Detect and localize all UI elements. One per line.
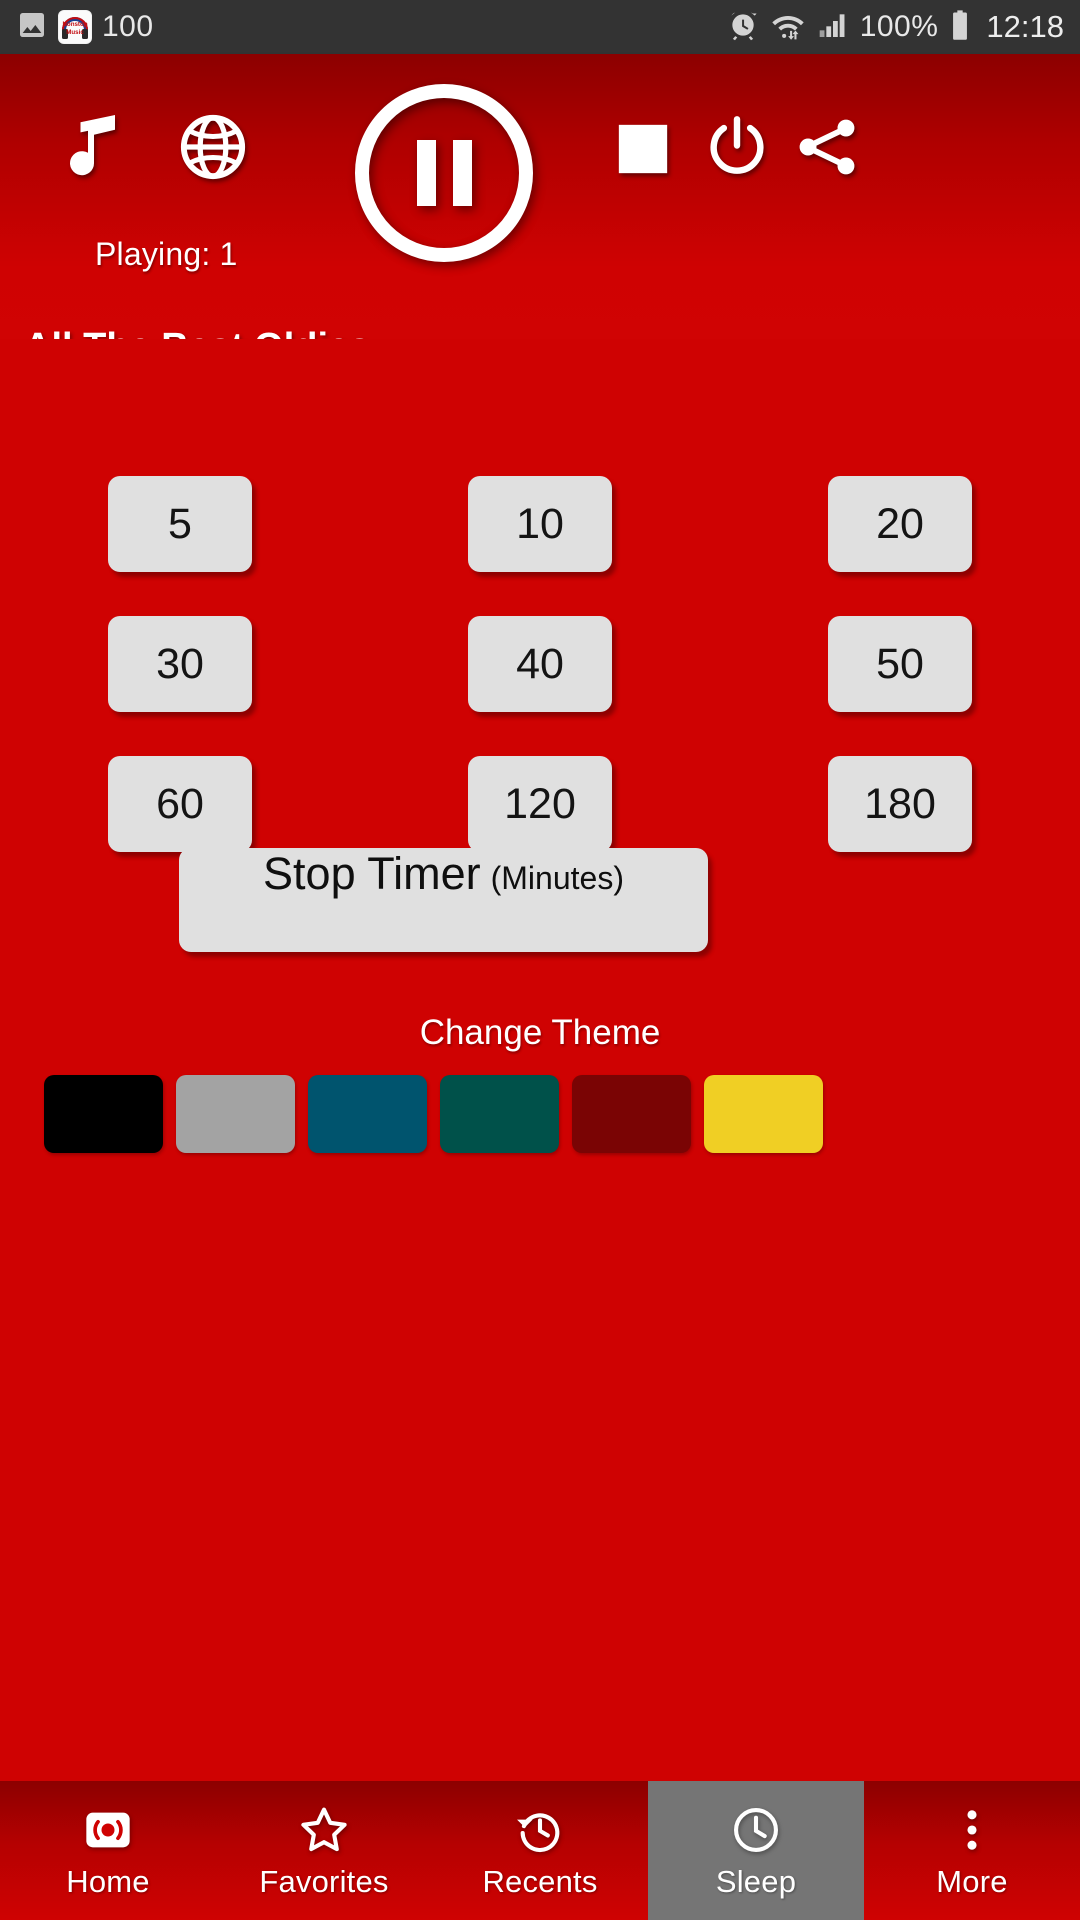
- theme-swatch-row: [44, 1075, 823, 1153]
- nav-item-home[interactable]: Home: [0, 1781, 216, 1920]
- player-controls-row: [0, 54, 1080, 262]
- timer-button-180[interactable]: 180: [828, 756, 972, 852]
- image-icon: [16, 9, 48, 46]
- svg-text:Nonstop: Nonstop: [62, 21, 87, 28]
- notification-count: 100: [102, 10, 154, 43]
- timer-button-50[interactable]: 50: [828, 616, 972, 712]
- battery-percent: 100%: [859, 10, 939, 43]
- theme-swatch-gray[interactable]: [176, 1075, 295, 1153]
- clock-icon: [730, 1802, 782, 1858]
- timer-button-30[interactable]: 30: [108, 616, 252, 712]
- nav-label-more: More: [936, 1863, 1008, 1899]
- timer-button-120[interactable]: 120: [468, 756, 612, 852]
- status-bar: Nonstop Music 100 100% 12:18: [0, 0, 1080, 54]
- broadcast-icon: [82, 1802, 134, 1858]
- nav-label-home: Home: [66, 1863, 150, 1899]
- stop-timer-unit: (Minutes): [490, 860, 624, 896]
- timer-button-40[interactable]: 40: [468, 616, 612, 712]
- player-header: Playing: 1 All The Best Oldies: [0, 54, 1080, 368]
- alarm-icon: [727, 9, 759, 46]
- history-icon: [514, 1802, 566, 1858]
- nav-item-recents[interactable]: Recents: [432, 1781, 648, 1920]
- globe-icon[interactable]: [178, 112, 248, 182]
- status-bar-right: 100% 12:18: [727, 9, 1064, 46]
- sleep-timer-panel: 5 10 20 30 40 50 60 120 180 Stop Timer (…: [0, 339, 1080, 1601]
- nav-label-sleep: Sleep: [715, 1863, 797, 1899]
- theme-swatch-maroon[interactable]: [572, 1075, 691, 1153]
- svg-text:Music: Music: [66, 29, 84, 36]
- pause-button[interactable]: [355, 84, 533, 262]
- theme-swatch-yellow[interactable]: [704, 1075, 823, 1153]
- nav-item-more[interactable]: More: [864, 1781, 1080, 1920]
- stop-square-icon[interactable]: [614, 120, 672, 178]
- clock-time: 12:18: [986, 9, 1064, 44]
- stop-timer-label: Stop Timer: [263, 848, 481, 899]
- nav-item-sleep[interactable]: Sleep: [648, 1781, 864, 1920]
- playing-count-label: Playing: 1: [95, 236, 238, 272]
- timer-button-10[interactable]: 10: [468, 476, 612, 572]
- bottom-navigation-bar: Home Favorites Recents Sleep More: [0, 1781, 1080, 1920]
- battery-icon: [949, 9, 971, 46]
- nav-label-recents: Recents: [482, 1863, 598, 1899]
- theme-swatch-blue[interactable]: [308, 1075, 427, 1153]
- theme-swatch-black[interactable]: [44, 1075, 163, 1153]
- signal-icon: [817, 9, 849, 46]
- status-bar-left: Nonstop Music 100: [16, 9, 154, 46]
- nav-item-favorites[interactable]: Favorites: [216, 1781, 432, 1920]
- power-icon[interactable]: [702, 112, 772, 182]
- star-icon: [298, 1802, 350, 1858]
- timer-button-20[interactable]: 20: [828, 476, 972, 572]
- stop-timer-button[interactable]: Stop Timer (Minutes): [179, 848, 708, 952]
- nav-label-favorites: Favorites: [259, 1863, 389, 1899]
- timer-button-grid: 5 10 20 30 40 50 60 120 180: [0, 476, 1080, 852]
- change-theme-label: Change Theme: [419, 1013, 661, 1052]
- pause-bar-right: [452, 140, 472, 206]
- nonstop-music-app-icon: Nonstop Music: [58, 10, 92, 44]
- music-note-icon[interactable]: [52, 109, 124, 187]
- more-vert-icon: [946, 1802, 998, 1858]
- theme-swatch-green[interactable]: [440, 1075, 559, 1153]
- share-icon[interactable]: [792, 112, 862, 182]
- pause-bar-left: [416, 140, 436, 206]
- timer-button-5[interactable]: 5: [108, 476, 252, 572]
- timer-button-60[interactable]: 60: [108, 756, 252, 852]
- wifi-icon: [770, 9, 806, 46]
